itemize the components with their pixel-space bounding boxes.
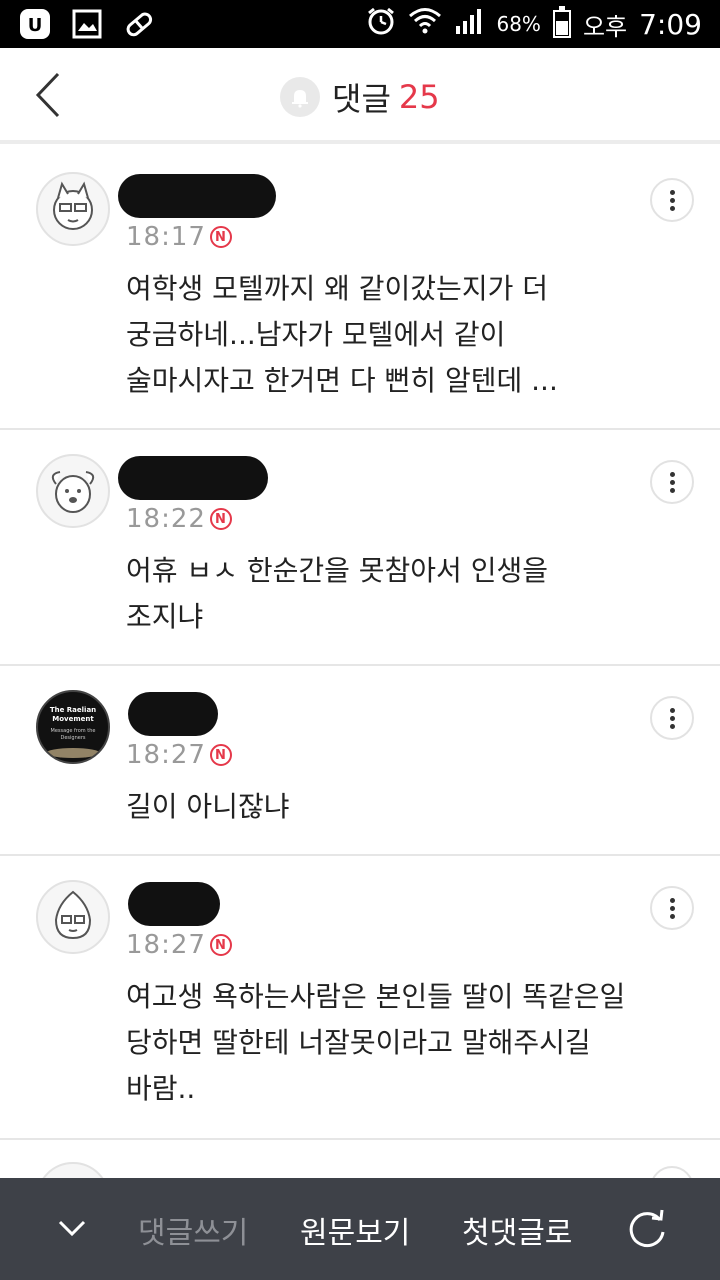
battery-percent: 68% <box>496 12 541 36</box>
alarm-icon <box>366 6 396 43</box>
comment-text: 길이 아니잖냐 <box>126 790 290 823</box>
comment-text: 여학생 모텔까지 왜 같이갔는지가 더 궁금하네...남자가 모텔에서 같이 술… <box>126 272 558 397</box>
chevron-down-icon <box>58 1220 86 1237</box>
comment-item: The Raelian Movement Message from the De… <box>0 666 720 856</box>
more-options-button[interactable] <box>650 696 694 740</box>
comment-list: 18:17 N 여학생 모텔까지 왜 같이갔는지가 더 궁금하네...남자가 모… <box>0 148 720 1236</box>
comment-time-row: 18:17 N <box>126 222 232 252</box>
u-plus-icon: U <box>18 8 52 40</box>
new-badge: N <box>209 226 232 248</box>
wifi-icon <box>408 6 442 43</box>
bell-icon[interactable] <box>280 77 320 117</box>
redacted-username <box>128 692 218 736</box>
avatar[interactable]: The Raelian Movement Message from the De… <box>36 690 110 764</box>
comment-count: 25 <box>398 78 440 116</box>
avatar-title: The Raelian Movement <box>49 706 97 723</box>
back-button[interactable] <box>26 70 76 120</box>
status-ampm: 오후 <box>582 12 628 41</box>
more-options-button[interactable] <box>650 460 694 504</box>
avatar[interactable] <box>36 172 110 246</box>
signal-icon <box>454 6 484 43</box>
bottom-toolbar: 댓글쓰기 원문보기 첫댓글로 <box>0 1178 720 1280</box>
more-options-button[interactable] <box>650 886 694 930</box>
page-title: 댓글 <box>332 80 391 118</box>
avatar-glow <box>46 748 100 758</box>
redacted-username <box>118 456 268 500</box>
write-comment-button[interactable]: 댓글쓰기 <box>138 1208 248 1252</box>
first-comment-button[interactable]: 첫댓글로 <box>462 1208 572 1252</box>
comment-item: 18:27 N 여고생 욕하는사람은 본인들 딸이 똑같은일 당하면 딸한테 너… <box>0 856 720 1140</box>
avatar-subtitle: Message from the Designers <box>50 728 96 741</box>
comment-text: 여고생 욕하는사람은 본인들 딸이 똑같은일 당하면 딸한테 너잘못이라고 말해… <box>126 980 626 1105</box>
collapse-button[interactable] <box>56 1212 88 1244</box>
comment-text: 어휴 ㅂㅅ 한순간을 못참아서 인생을 조지냐 <box>126 554 549 633</box>
gallery-icon <box>70 8 104 40</box>
avatar[interactable] <box>36 454 110 528</box>
comment-time: 18:27 <box>126 930 206 960</box>
view-original-button[interactable]: 원문보기 <box>300 1208 410 1252</box>
comment-time-row: 18:27 N <box>126 930 232 960</box>
chevron-left-icon <box>35 72 60 118</box>
comment-time: 18:22 <box>126 504 206 534</box>
comment-time-row: 18:22 N <box>126 504 232 534</box>
comment-time: 18:17 <box>126 222 206 252</box>
status-time: 7:09 <box>639 7 702 41</box>
redacted-username <box>128 882 220 926</box>
redacted-username <box>118 174 276 218</box>
comments-header: 댓글 25 <box>0 48 720 144</box>
pill-icon <box>122 8 156 40</box>
more-options-button[interactable] <box>650 178 694 222</box>
comment-time-row: 18:27 N <box>126 740 232 770</box>
refresh-icon <box>629 1209 665 1248</box>
status-bar: U 68% 오후 7:09 <box>0 0 720 48</box>
refresh-button[interactable] <box>624 1206 670 1252</box>
comment-time: 18:27 <box>126 740 206 770</box>
new-badge: N <box>209 934 232 956</box>
battery-icon <box>552 6 571 38</box>
new-badge: N <box>209 744 232 766</box>
new-badge: N <box>209 508 232 530</box>
header-title-group: 댓글 25 <box>280 74 440 120</box>
svg-text:U: U <box>28 15 43 36</box>
comment-item: 18:17 N 여학생 모텔까지 왜 같이갔는지가 더 궁금하네...남자가 모… <box>0 148 720 430</box>
avatar[interactable] <box>36 880 110 954</box>
comment-item: 18:22 N 어휴 ㅂㅅ 한순간을 못참아서 인생을 조지냐 <box>0 430 720 666</box>
